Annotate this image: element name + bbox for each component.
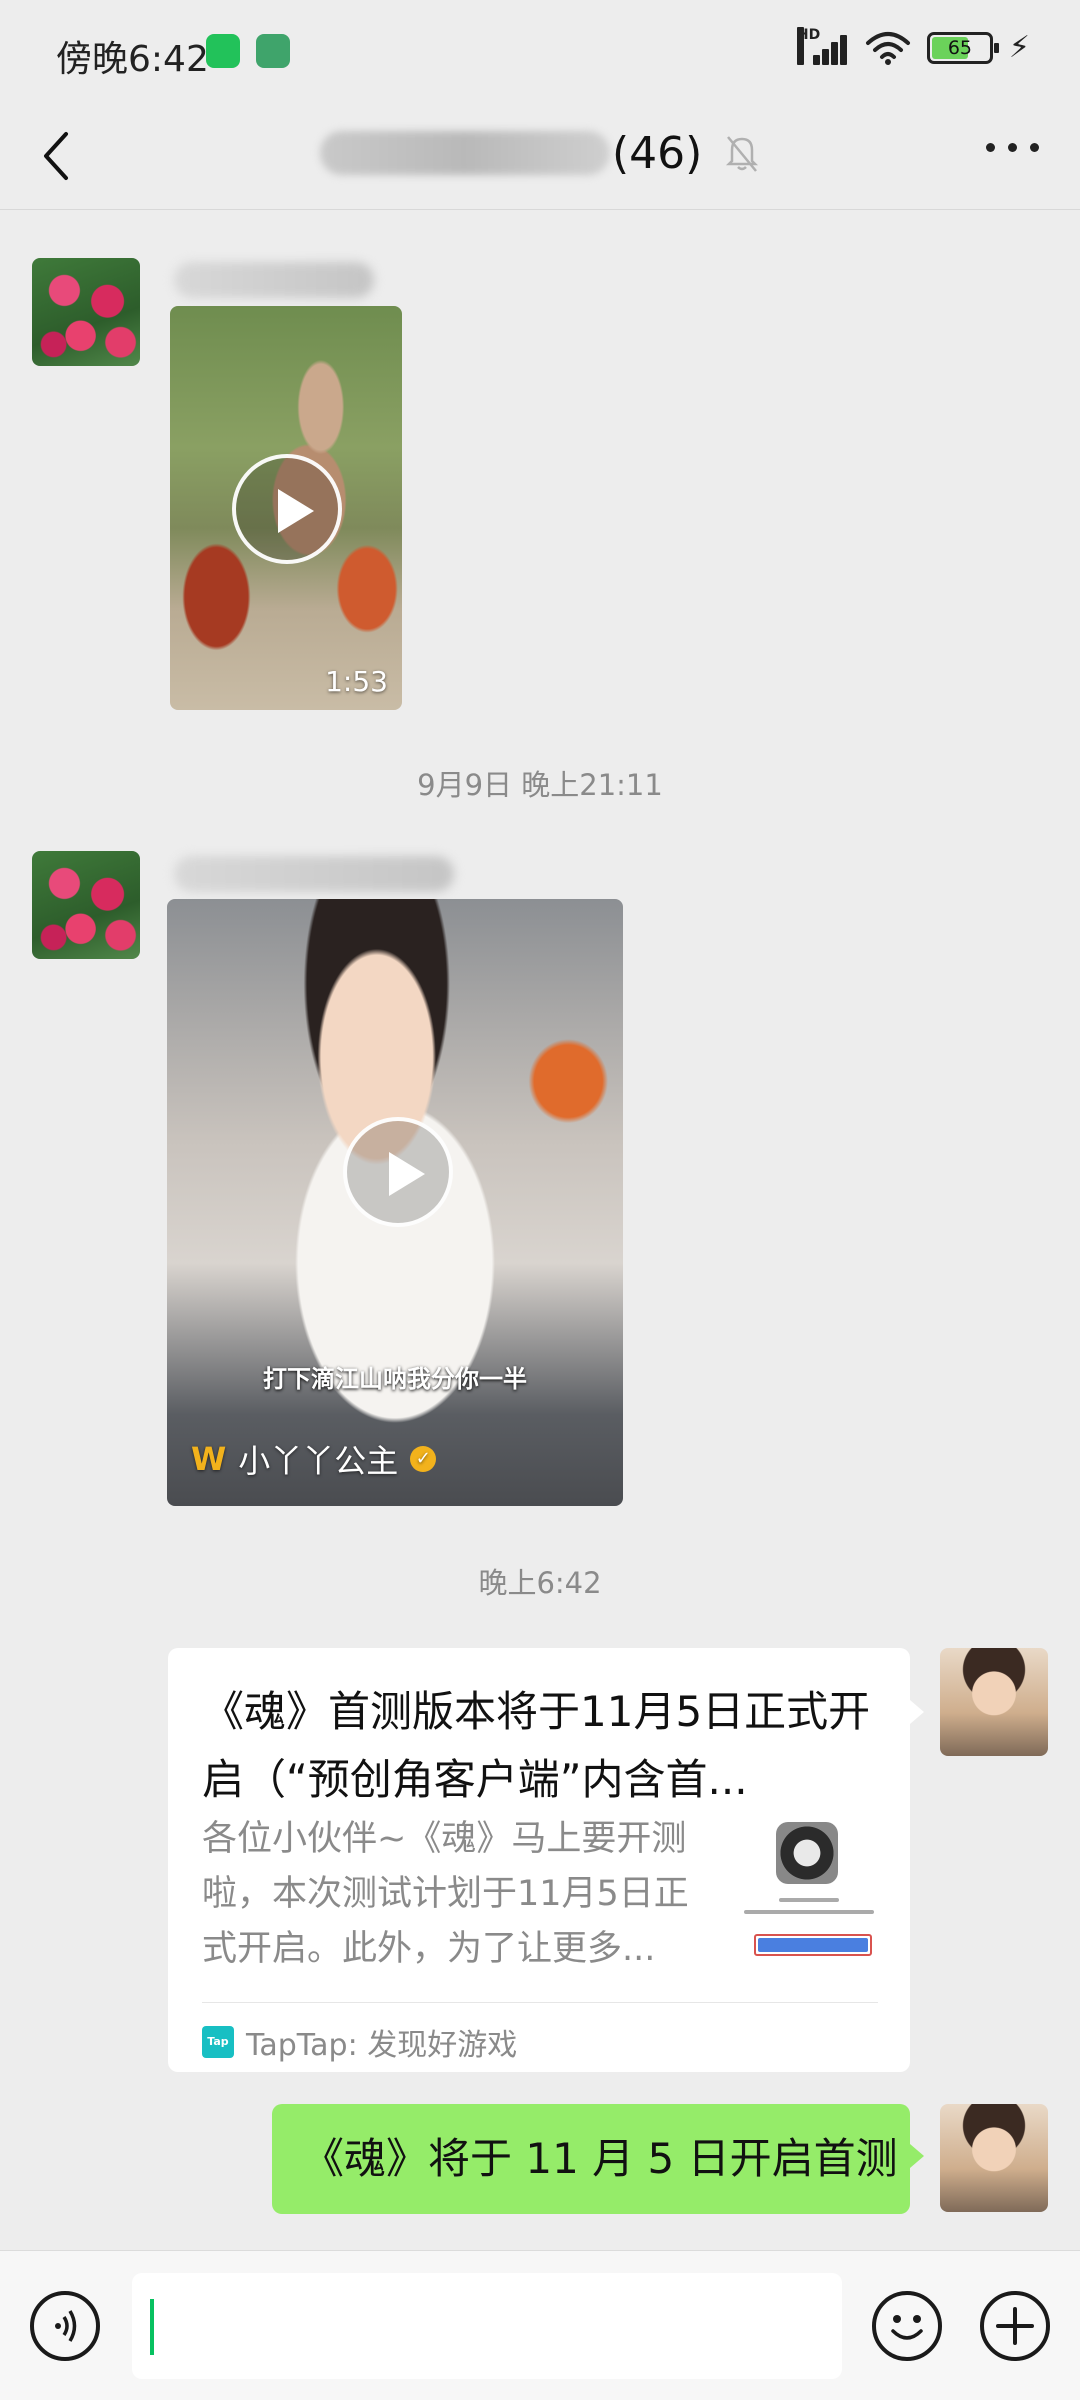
verified-icon: ✓ <box>410 1446 437 1472</box>
link-title: 《魂》首测版本将于11月5日正式开启（“预创角客户端”内含首... <box>202 1687 871 1804</box>
video-author: W 小丫丫公主 ✓ <box>191 1436 437 1482</box>
charging-icon: ⚡ <box>1008 30 1030 65</box>
divider <box>202 2002 878 2003</box>
hd-label: HD <box>796 26 820 65</box>
battery-level: 65 <box>947 36 973 59</box>
video-subtitle: 打下滴江山呐我分你一半 <box>263 1365 527 1393</box>
voice-icon[interactable] <box>30 2291 100 2361</box>
link-source: Tap TapTap: 发现好游戏 <box>202 2020 517 2064</box>
blurred-sender-name <box>174 262 374 298</box>
taptap-icon: Tap <box>202 2026 234 2058</box>
emoji-icon[interactable] <box>872 2291 942 2361</box>
video-duration: 1:53 <box>325 665 388 698</box>
link-description: 各位小伙伴~《魂》马上要开测啦，本次测试计划于11月5日正式开启。此外，为了让更… <box>202 1819 689 1969</box>
thumbnail-button-graphic <box>754 1934 872 1956</box>
signal-icon: HD <box>796 26 849 65</box>
link-source-label: TapTap: 发现好游戏 <box>246 2028 518 2063</box>
text-cursor <box>150 2299 154 2355</box>
mute-icon <box>726 136 759 172</box>
wifi-icon <box>865 31 910 65</box>
more-icon[interactable] <box>986 140 1040 154</box>
back-icon[interactable] <box>36 128 76 184</box>
sender-avatar[interactable] <box>32 258 140 366</box>
my-avatar[interactable] <box>940 2104 1048 2212</box>
message-input[interactable] <box>132 2273 842 2379</box>
chat-header: (46) <box>0 100 1080 210</box>
chat-title: (46) <box>320 118 760 188</box>
blurred-group-name <box>320 131 610 175</box>
game-logo-icon <box>776 1822 838 1884</box>
sender-avatar[interactable] <box>32 851 140 959</box>
video-message[interactable]: 1:53 <box>170 306 402 710</box>
play-icon[interactable] <box>232 454 342 564</box>
status-time: 傍晚6:42 <box>56 39 209 80</box>
status-bar: 傍晚6:42 HD 65 ⚡ <box>0 0 1080 100</box>
app-notification-icon <box>256 34 290 68</box>
my-avatar[interactable] <box>940 1648 1048 1756</box>
channel-logo-icon: W <box>191 1440 227 1478</box>
link-thumbnail <box>736 1816 882 1962</box>
plus-icon[interactable] <box>980 2291 1050 2361</box>
input-bar <box>0 2250 1080 2400</box>
link-card-message[interactable]: 《魂》首测版本将于11月5日正式开启（“预创角客户端”内含首... 各位小伙伴~… <box>168 1648 924 2072</box>
wechat-notification-icon <box>206 34 240 68</box>
video-author-name: 小丫丫公主 <box>238 1442 399 1480</box>
battery-icon: 65 <box>926 31 999 64</box>
status-indicators: HD 65 ⚡ <box>796 26 1030 65</box>
message-timestamp: 9月9日 晚上21:11 <box>417 768 663 802</box>
member-count: (46) <box>612 127 703 179</box>
message-timestamp: 晚上6:42 <box>478 1566 602 1600</box>
video-message[interactable]: 打下滴江山呐我分你一半 W 小丫丫公主 ✓ <box>167 899 623 1506</box>
blurred-sender-name <box>174 856 454 892</box>
play-icon[interactable] <box>343 1117 453 1227</box>
text-message[interactable]: 《魂》将于 11 月 5 日开启首测 <box>272 2104 924 2214</box>
